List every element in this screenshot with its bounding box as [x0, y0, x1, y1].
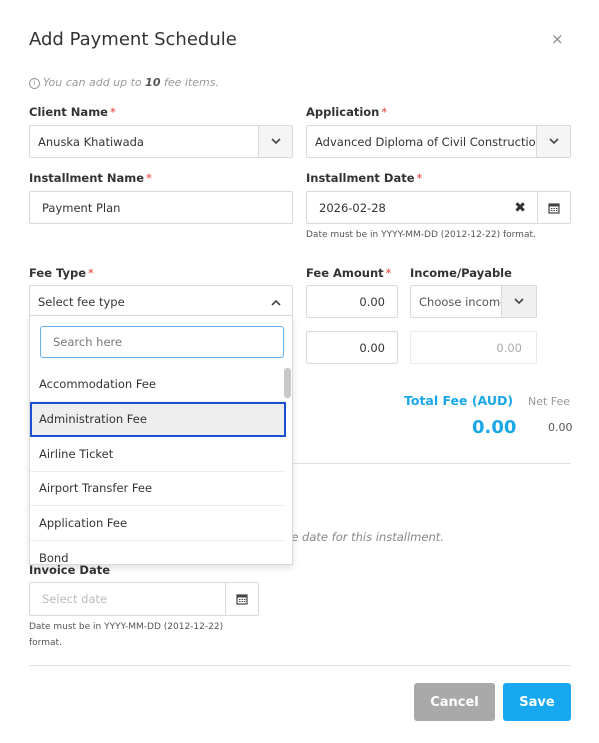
installment-name-value: Payment Plan: [42, 200, 121, 215]
invoice-date-format-note-2: format.: [29, 638, 62, 648]
net-fee-value: 0.00: [548, 421, 573, 434]
fee-amount-value: 0.00: [359, 295, 385, 309]
info-icon: i: [29, 77, 40, 89]
installment-name-input[interactable]: Payment Plan: [29, 191, 293, 224]
client-name-select[interactable]: Anuska Khatiwada: [29, 125, 293, 158]
fee-amount-input-2[interactable]: 0.00: [306, 331, 398, 364]
income-payable-select[interactable]: Choose income: [410, 285, 537, 318]
required-mark: *: [381, 105, 388, 119]
footer-divider: [29, 665, 571, 666]
calendar-icon[interactable]: [225, 583, 258, 615]
installment-date-input[interactable]: 2026-02-28 ✖: [306, 191, 571, 224]
installment-date-label-text: Installment Date: [306, 171, 415, 185]
installment-date-format-note: Date must be in YYYY-MM-DD (2012-12-22) …: [306, 230, 536, 240]
chevron-down-icon[interactable]: [258, 126, 292, 157]
required-mark: *: [88, 266, 94, 280]
application-label-text: Application: [306, 105, 380, 119]
hint-prefix: You can add up to: [43, 76, 146, 89]
chevron-down-icon[interactable]: [501, 286, 536, 317]
total-fee-value: 0.00: [472, 417, 517, 438]
dropdown-option[interactable]: Application Fee: [30, 506, 286, 541]
search-placeholder: Search here: [53, 335, 123, 349]
client-name-value: Anuska Khatiwada: [38, 134, 144, 149]
client-name-label: Client Name *: [29, 105, 116, 119]
fee-type-label-text: Fee Type: [29, 266, 87, 280]
application-value: Advanced Diploma of Civil Construction: [315, 134, 537, 149]
calendar-icon[interactable]: [537, 192, 570, 223]
chevron-down-icon[interactable]: [536, 126, 570, 157]
installment-date-label: Installment Date *: [306, 171, 422, 185]
invoice-hint-partial: ce date for this installment.: [285, 530, 444, 544]
required-mark: *: [109, 105, 116, 119]
invoice-date-label: Invoice Date: [29, 563, 111, 577]
income-payable-placeholder: Choose income: [419, 294, 505, 309]
installment-name-label: Installment Name *: [29, 171, 152, 185]
application-label: Application *: [306, 105, 387, 119]
total-fee-label: Total Fee (AUD): [404, 393, 514, 408]
dropdown-option[interactable]: Airport Transfer Fee: [30, 471, 286, 506]
fee-limit-hint: i You can add up to 10 fee items.: [29, 76, 219, 89]
fee-amount-label-text: Fee Amount: [306, 266, 384, 280]
fee-amount-input[interactable]: 0.00: [306, 285, 398, 318]
income-amount-value-2: 0.00: [496, 341, 522, 355]
clear-icon[interactable]: ✖: [514, 200, 526, 216]
invoice-date-placeholder: Select date: [42, 592, 108, 606]
installment-date-value: 2026-02-28: [319, 200, 386, 215]
fee-type-dropdown[interactable]: Search here Accommodation Fee Administra…: [29, 315, 293, 565]
fee-type-search-input[interactable]: Search here: [40, 326, 284, 358]
installment-name-label-text: Installment Name: [29, 171, 145, 185]
cancel-button[interactable]: Cancel: [414, 683, 495, 721]
fee-type-select[interactable]: Select fee type: [29, 285, 293, 318]
fee-amount-value-2: 0.00: [359, 341, 385, 355]
hint-suffix: fee items.: [160, 76, 219, 89]
dropdown-option-highlighted[interactable]: Administration Fee: [30, 402, 286, 437]
modal-title: Add Payment Schedule: [29, 29, 237, 50]
chevron-up-icon[interactable]: [259, 286, 292, 318]
fee-type-label: Fee Type *: [29, 266, 94, 280]
dropdown-option[interactable]: Airline Ticket: [30, 437, 286, 472]
net-fee-label: Net Fee: [528, 395, 571, 408]
invoice-date-format-note-1: Date must be in YYYY-MM-DD (2012-12-22): [29, 622, 224, 632]
save-button[interactable]: Save: [503, 683, 571, 721]
invoice-date-input[interactable]: Select date: [29, 582, 259, 616]
income-payable-label: Income/Payable: [410, 266, 512, 280]
fee-type-placeholder: Select fee type: [38, 295, 125, 309]
fee-amount-label: Fee Amount *: [306, 266, 391, 280]
required-mark: *: [416, 171, 423, 185]
hint-count: 10: [145, 76, 161, 89]
required-mark: *: [385, 266, 392, 280]
required-mark: *: [146, 171, 152, 185]
close-icon[interactable]: ×: [551, 30, 564, 48]
income-amount-input-2[interactable]: 0.00: [410, 331, 537, 364]
client-name-label-text: Client Name: [29, 105, 108, 119]
application-select[interactable]: Advanced Diploma of Civil Construction: [306, 125, 571, 158]
dropdown-option[interactable]: Accommodation Fee: [30, 367, 286, 402]
dropdown-option[interactable]: Bond: [30, 541, 286, 564]
